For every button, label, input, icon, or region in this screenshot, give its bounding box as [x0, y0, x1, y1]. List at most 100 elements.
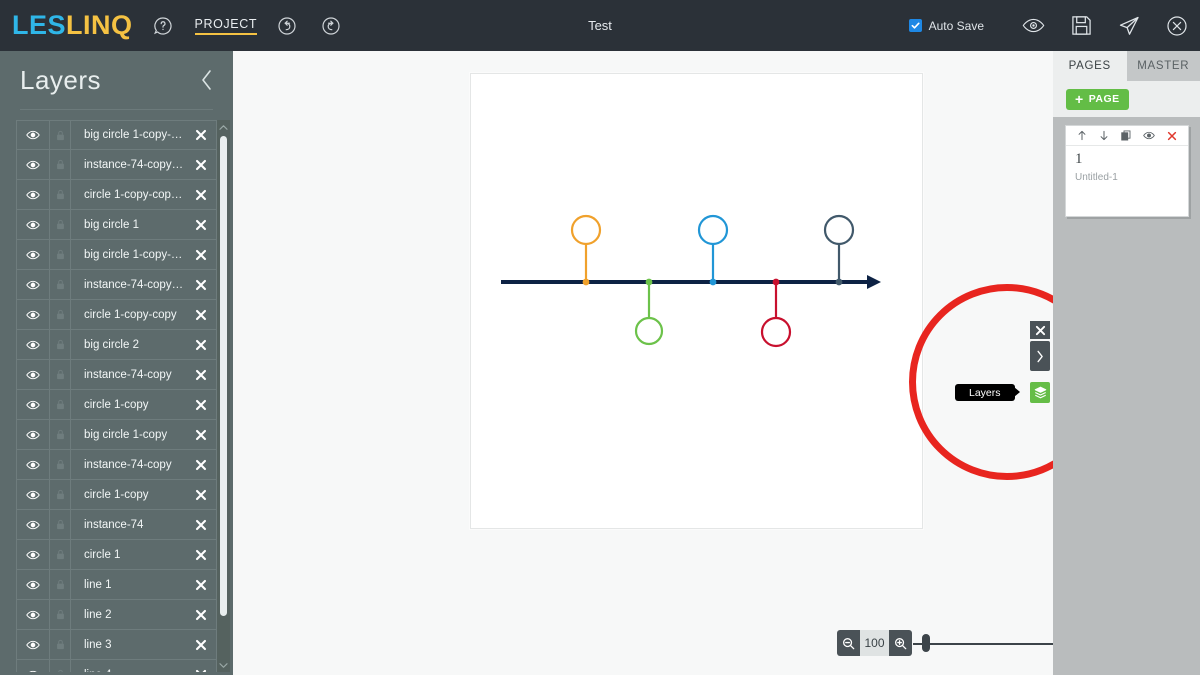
autosave-checkbox[interactable] — [908, 19, 922, 32]
layer-row[interactable]: circle 1-copy — [16, 389, 217, 420]
app-logo[interactable]: LES LINQ — [12, 12, 133, 39]
close-x-icon[interactable] — [186, 429, 216, 441]
close-x-icon[interactable] — [186, 519, 216, 531]
lock-icon[interactable] — [49, 629, 71, 660]
eye-icon[interactable] — [17, 430, 49, 440]
eye-icon[interactable] — [17, 280, 49, 290]
zoom-out-icon[interactable] — [837, 630, 860, 656]
layer-row[interactable]: circle 1-copy — [16, 479, 217, 510]
zoom-level-value[interactable]: 100 — [860, 630, 889, 656]
close-x-icon[interactable] — [186, 399, 216, 411]
close-x-icon[interactable] — [186, 609, 216, 621]
lock-icon[interactable] — [49, 599, 71, 630]
zoom-slider-handle[interactable] — [922, 634, 931, 652]
arrow-down-icon[interactable] — [1099, 130, 1109, 141]
eye-icon[interactable] — [17, 550, 49, 560]
paper-plane-icon[interactable] — [1116, 13, 1142, 39]
close-x-icon[interactable] — [186, 669, 216, 672]
close-x-icon[interactable] — [186, 339, 216, 351]
eye-icon[interactable] — [17, 190, 49, 200]
lock-icon[interactable] — [49, 239, 71, 270]
project-menu-link[interactable]: PROJECT — [194, 17, 258, 35]
layers-scrollbar[interactable] — [217, 120, 230, 672]
tab-pages[interactable]: PAGES — [1053, 51, 1127, 81]
layer-row[interactable]: instance-74-copy — [16, 449, 217, 480]
lock-icon[interactable] — [49, 419, 71, 450]
close-x-icon[interactable] — [186, 639, 216, 651]
lock-icon[interactable] — [49, 659, 71, 672]
layer-row[interactable]: circle 1 — [16, 539, 217, 570]
tab-master[interactable]: MASTER — [1126, 51, 1200, 81]
eye-icon[interactable] — [17, 220, 49, 230]
autosave-toggle[interactable]: Auto Save — [908, 19, 984, 33]
layer-row[interactable]: instance-74-copy-copy — [16, 269, 217, 300]
layer-row[interactable]: circle 1-copy-copy-copy — [16, 179, 217, 210]
layer-row[interactable]: big circle 1 — [16, 209, 217, 240]
close-x-icon[interactable] — [186, 309, 216, 321]
eye-icon[interactable] — [17, 490, 49, 500]
close-x-icon[interactable] — [1030, 321, 1050, 339]
lock-icon[interactable] — [49, 299, 71, 330]
lock-icon[interactable] — [49, 539, 71, 570]
lock-icon[interactable] — [49, 449, 71, 480]
layer-row[interactable]: line 4 — [16, 659, 217, 672]
eye-icon[interactable] — [17, 310, 49, 320]
layer-row[interactable]: line 2 — [16, 599, 217, 630]
eye-icon[interactable] — [17, 640, 49, 650]
canvas-page[interactable] — [470, 73, 923, 529]
close-x-icon[interactable] — [186, 279, 216, 291]
layer-row[interactable]: big circle 1-copy-copy — [16, 120, 217, 150]
close-x-icon[interactable] — [186, 129, 216, 141]
layer-row[interactable]: line 1 — [16, 569, 217, 600]
layers-scrollbar-thumb[interactable] — [220, 136, 227, 616]
eye-icon[interactable] — [17, 130, 49, 140]
close-x-icon[interactable] — [186, 459, 216, 471]
lock-icon[interactable] — [49, 359, 71, 390]
layer-row[interactable]: big circle 1-copy-copy — [16, 239, 217, 270]
zoom-slider[interactable] — [913, 634, 1053, 652]
close-x-icon[interactable] — [186, 189, 216, 201]
chevron-right-icon[interactable] — [1030, 341, 1050, 371]
eye-icon[interactable] — [17, 400, 49, 410]
lock-icon[interactable] — [49, 389, 71, 420]
layer-row[interactable]: big circle 1-copy — [16, 419, 217, 450]
layers-list[interactable]: big circle 1-copy-copy instance-74-copy-c… — [16, 120, 217, 672]
redo-icon[interactable] — [317, 12, 345, 40]
lock-icon[interactable] — [49, 329, 71, 360]
undo-icon[interactable] — [273, 12, 301, 40]
eye-icon[interactable] — [1020, 13, 1046, 39]
eye-icon[interactable] — [17, 370, 49, 380]
eye-icon[interactable] — [17, 520, 49, 530]
lock-icon[interactable] — [49, 509, 71, 540]
copy-icon[interactable] — [1121, 130, 1131, 141]
lock-icon[interactable] — [49, 149, 71, 180]
close-x-icon[interactable] — [186, 549, 216, 561]
close-x-icon[interactable] — [186, 579, 216, 591]
lock-icon[interactable] — [49, 479, 71, 510]
help-circle-icon[interactable] — [149, 12, 177, 40]
chevron-down-icon[interactable] — [217, 658, 230, 672]
eye-icon[interactable] — [17, 340, 49, 350]
layer-row[interactable]: big circle 2 — [16, 329, 217, 360]
page-card[interactable]: 1 Untitled-1 — [1065, 125, 1189, 217]
floppy-disk-icon[interactable] — [1068, 13, 1094, 39]
layer-row[interactable]: line 3 — [16, 629, 217, 660]
eye-icon[interactable] — [17, 250, 49, 260]
eye-icon[interactable] — [1143, 131, 1155, 140]
eye-icon[interactable] — [17, 610, 49, 620]
layers-stack-icon[interactable] — [1030, 382, 1050, 403]
close-circle-icon[interactable] — [1164, 13, 1190, 39]
eye-icon[interactable] — [17, 460, 49, 470]
layer-row[interactable]: instance-74 — [16, 509, 217, 540]
arrow-up-icon[interactable] — [1077, 130, 1087, 141]
chevron-up-icon[interactable] — [217, 120, 230, 134]
zoom-in-icon[interactable] — [889, 630, 912, 656]
lock-icon[interactable] — [49, 179, 71, 210]
layer-row[interactable]: circle 1-copy-copy — [16, 299, 217, 330]
close-x-icon[interactable] — [186, 489, 216, 501]
close-x-icon[interactable] — [186, 369, 216, 381]
eye-icon[interactable] — [17, 580, 49, 590]
canvas-area[interactable]: Layers 100 — [233, 51, 1053, 675]
layer-row[interactable]: instance-74-copy — [16, 359, 217, 390]
lock-icon[interactable] — [49, 120, 71, 150]
